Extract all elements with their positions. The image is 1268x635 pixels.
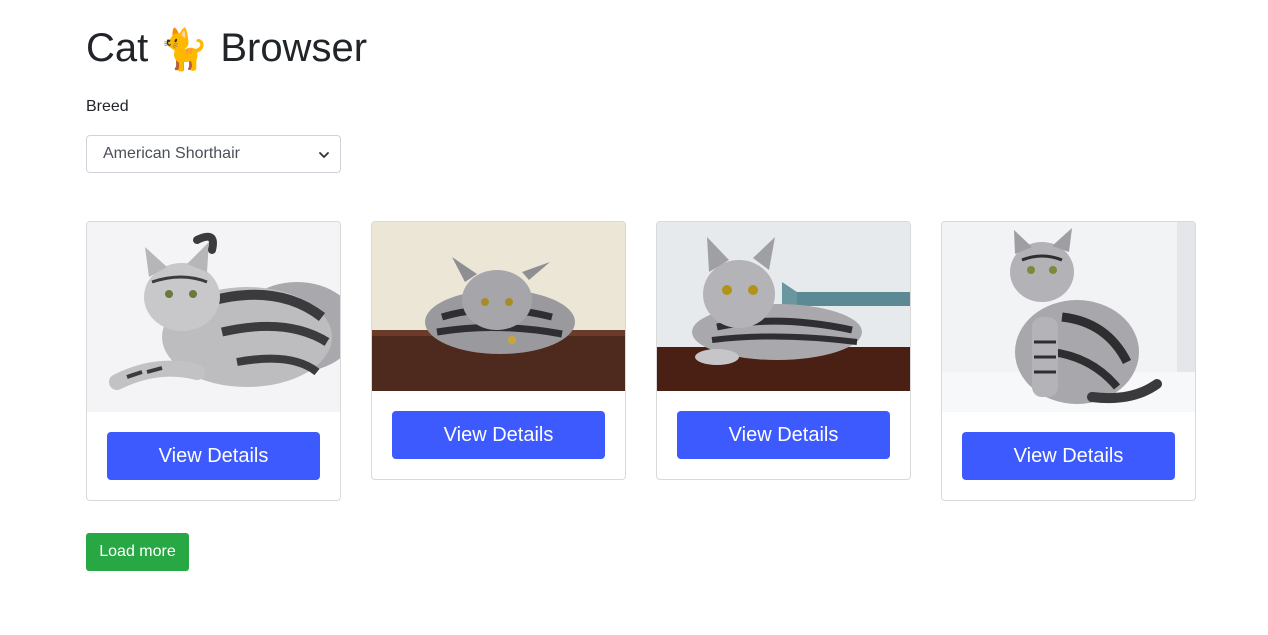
- breed-select-value: American Shorthair: [103, 145, 240, 162]
- view-details-button[interactable]: View Details: [962, 432, 1175, 480]
- cat-card: View Details: [371, 221, 626, 480]
- view-details-button[interactable]: View Details: [107, 432, 320, 480]
- view-details-button[interactable]: View Details: [677, 411, 890, 459]
- breed-select[interactable]: American Shorthair: [86, 135, 341, 173]
- breed-label: Breed: [86, 98, 129, 115]
- card-body: View Details: [372, 391, 625, 479]
- cat-photo: [657, 222, 910, 391]
- title-prefix: Cat: [86, 26, 149, 70]
- cat-photo: [372, 222, 625, 391]
- view-details-button[interactable]: View Details: [392, 411, 605, 459]
- cat-card: View Details: [86, 221, 341, 501]
- card-body: View Details: [657, 391, 910, 479]
- title-suffix: Browser: [220, 26, 368, 70]
- cat-photo: [942, 222, 1195, 412]
- chevron-down-icon: [319, 152, 329, 158]
- load-more-button[interactable]: Load more: [86, 533, 189, 571]
- page-title: Cat 🐈 Browser: [86, 22, 367, 76]
- app-root: Cat 🐈 Browser Breed American Shorthair V…: [0, 0, 1268, 635]
- cat-card: View Details: [941, 221, 1196, 501]
- card-body: View Details: [87, 412, 340, 500]
- cat-photo: [87, 222, 340, 412]
- cat-emoji-icon: 🐈: [159, 28, 210, 72]
- card-body: View Details: [942, 412, 1195, 500]
- cat-card: View Details: [656, 221, 911, 480]
